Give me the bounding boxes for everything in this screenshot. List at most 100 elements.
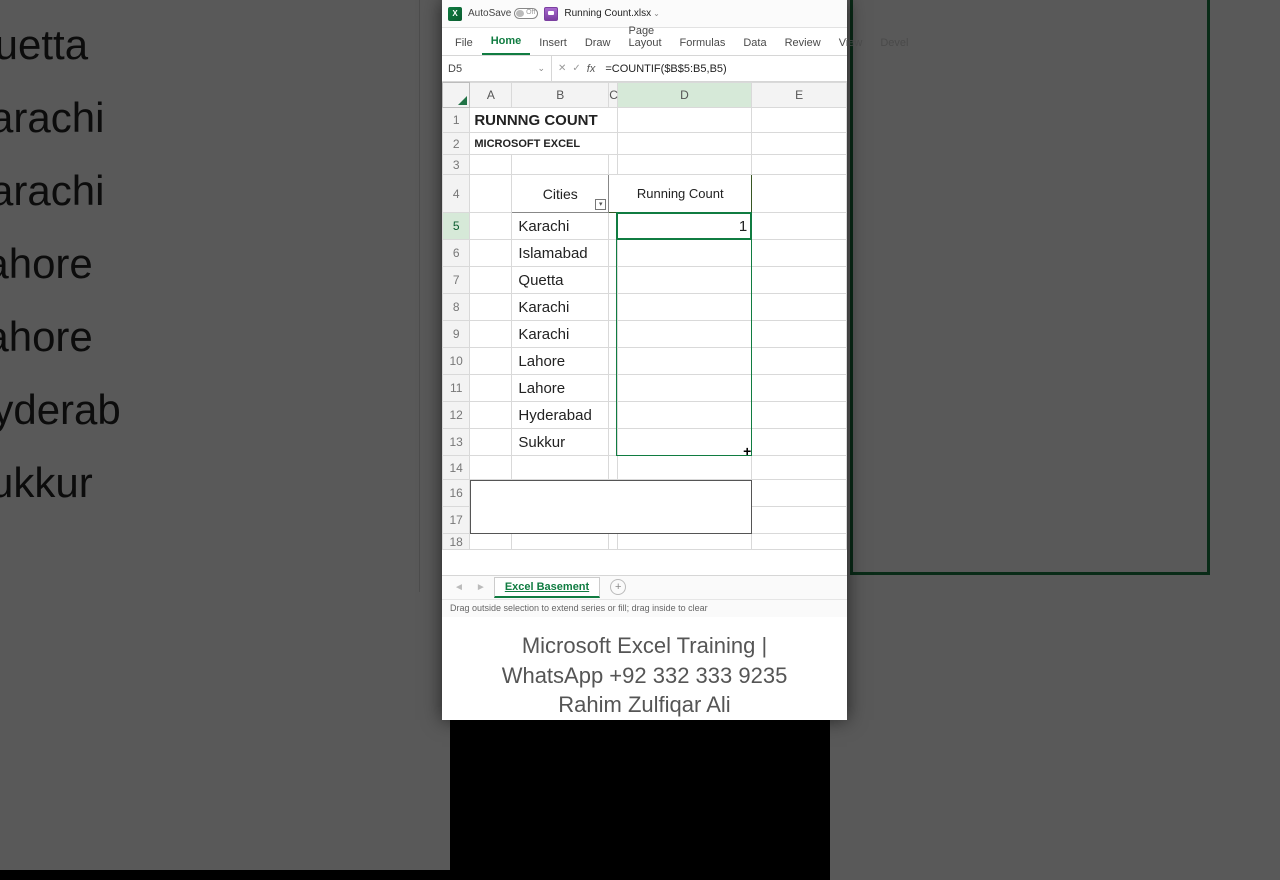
cell-A10[interactable] — [470, 348, 512, 375]
row-header-7[interactable]: 7 — [443, 267, 470, 294]
cell-D12[interactable] — [617, 402, 752, 429]
cell-D14[interactable] — [617, 456, 752, 480]
cell-E13[interactable] — [752, 429, 847, 456]
cell-C7[interactable] — [609, 267, 617, 294]
cell-B13[interactable]: Sukkur — [512, 429, 609, 456]
row-header-16[interactable]: 16 — [443, 480, 470, 507]
cell-B3[interactable] — [512, 155, 609, 175]
row-header-10[interactable]: 10 — [443, 348, 470, 375]
cell-A2[interactable]: MICROSOFT EXCEL — [470, 133, 617, 155]
cell-D8[interactable] — [617, 294, 752, 321]
cell-B18[interactable] — [512, 534, 609, 550]
ribbon-tab-insert[interactable]: Insert — [530, 31, 576, 55]
row-header-17[interactable]: 17 — [443, 507, 470, 534]
cell-C9[interactable] — [609, 321, 617, 348]
name-box[interactable]: D5 ⌄ — [442, 56, 552, 81]
cell-D6[interactable] — [617, 240, 752, 267]
cell-B5[interactable]: Karachi — [512, 213, 609, 240]
cell-C12[interactable] — [609, 402, 617, 429]
cell-B12[interactable]: Hyderabad — [512, 402, 609, 429]
cell-E4[interactable] — [752, 175, 847, 213]
cell-E17[interactable] — [752, 507, 847, 534]
cell-E7[interactable] — [752, 267, 847, 294]
add-sheet-button[interactable]: + — [610, 579, 626, 595]
cell-B10[interactable]: Lahore — [512, 348, 609, 375]
column-header-B[interactable]: B — [512, 83, 609, 108]
cell-B4[interactable]: Cities▾ — [512, 175, 609, 213]
cell-E6[interactable] — [752, 240, 847, 267]
save-icon[interactable] — [544, 7, 558, 21]
cell-B8[interactable]: Karachi — [512, 294, 609, 321]
ribbon-tab-draw[interactable]: Draw — [576, 31, 620, 55]
cell-C6[interactable] — [609, 240, 617, 267]
column-header-A[interactable]: A — [470, 83, 512, 108]
cell-C13[interactable] — [609, 429, 617, 456]
ribbon-tab-formulas[interactable]: Formulas — [671, 31, 735, 55]
cell-A1[interactable]: RUNNNG COUNT — [470, 108, 617, 133]
row-header-18[interactable]: 18 — [443, 534, 470, 550]
cell-D5[interactable]: 1 — [617, 213, 752, 240]
cell-A5[interactable] — [470, 213, 512, 240]
ribbon-tab-page-layout[interactable]: Page Layout — [619, 19, 670, 55]
cell-B11[interactable]: Lahore — [512, 375, 609, 402]
cell-C3[interactable] — [609, 155, 617, 175]
cell-E18[interactable] — [752, 534, 847, 550]
cell-E2[interactable] — [752, 133, 847, 155]
column-header-C[interactable]: C — [609, 83, 617, 108]
filter-icon[interactable]: ▾ — [595, 199, 606, 210]
column-header-D[interactable]: D — [617, 83, 752, 108]
row-header-3[interactable]: 3 — [443, 155, 470, 175]
row-header-11[interactable]: 11 — [443, 375, 470, 402]
cancel-formula-icon[interactable]: ✕ — [558, 63, 566, 74]
cell-B6[interactable]: Islamabad — [512, 240, 609, 267]
cell-D10[interactable] — [617, 348, 752, 375]
cell-E9[interactable] — [752, 321, 847, 348]
cell-C10[interactable] — [609, 348, 617, 375]
sheet-tab[interactable]: Excel Basement — [494, 577, 600, 598]
cell-E3[interactable] — [752, 155, 847, 175]
cell-E8[interactable] — [752, 294, 847, 321]
cell-C14[interactable] — [609, 456, 617, 480]
cell-A6[interactable] — [470, 240, 512, 267]
cell-A7[interactable] — [470, 267, 512, 294]
cell-D11[interactable] — [617, 375, 752, 402]
cell-A18[interactable] — [470, 534, 512, 550]
cell-E12[interactable] — [752, 402, 847, 429]
cell-A9[interactable] — [470, 321, 512, 348]
cell-E5[interactable] — [752, 213, 847, 240]
column-header-E[interactable]: E — [752, 83, 847, 108]
cell-A14[interactable] — [470, 456, 512, 480]
cell-A4[interactable] — [470, 175, 512, 213]
cell-A11[interactable] — [470, 375, 512, 402]
cell-B7[interactable]: Quetta — [512, 267, 609, 294]
cell-A8[interactable] — [470, 294, 512, 321]
cell-A3[interactable] — [470, 155, 512, 175]
cell-C5[interactable] — [609, 213, 617, 240]
accept-formula-icon[interactable]: ✓ — [572, 63, 580, 74]
cell-D2[interactable] — [617, 133, 752, 155]
cell-E11[interactable] — [752, 375, 847, 402]
worksheet-grid[interactable]: ABCDE1RUNNNG COUNT2MICROSOFT EXCEL34Citi… — [442, 82, 847, 575]
row-header-13[interactable]: 13 — [443, 429, 470, 456]
cell-E10[interactable] — [752, 348, 847, 375]
row-header-1[interactable]: 1 — [443, 108, 470, 133]
ribbon-tab-file[interactable]: File — [446, 31, 482, 55]
ribbon-tab-view[interactable]: View — [830, 31, 872, 55]
row-header-6[interactable]: 6 — [443, 240, 470, 267]
cell-C11[interactable] — [609, 375, 617, 402]
tab-scroll-left-icon[interactable]: ◄ — [450, 582, 468, 593]
row-header-8[interactable]: 8 — [443, 294, 470, 321]
autosave-toggle[interactable]: AutoSave Off — [468, 8, 538, 19]
cell-C18[interactable] — [609, 534, 617, 550]
cell-C4[interactable]: Running Count — [609, 175, 752, 213]
ribbon-tab-data[interactable]: Data — [734, 31, 775, 55]
row-header-2[interactable]: 2 — [443, 133, 470, 155]
cell-B9[interactable]: Karachi — [512, 321, 609, 348]
cell-D3[interactable] — [617, 155, 752, 175]
cell-B14[interactable] — [512, 456, 609, 480]
row-header-4[interactable]: 4 — [443, 175, 470, 213]
row-header-14[interactable]: 14 — [443, 456, 470, 480]
fill-handle-cursor[interactable]: + — [742, 446, 753, 457]
ribbon-tab-devel[interactable]: Devel — [871, 31, 917, 55]
cell-D7[interactable] — [617, 267, 752, 294]
